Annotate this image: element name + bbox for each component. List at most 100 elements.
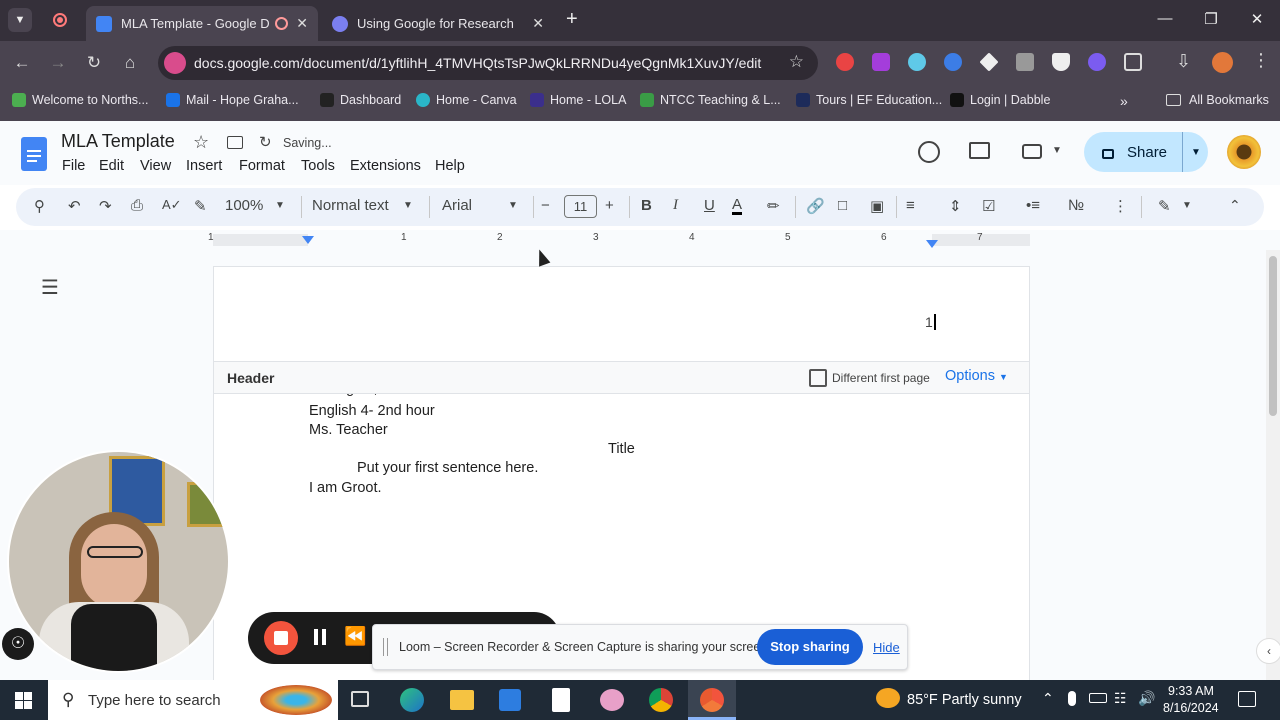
- italic-icon[interactable]: I: [673, 197, 678, 214]
- file-explorer-icon[interactable]: [450, 690, 474, 710]
- close-tab-icon[interactable]: ✕: [296, 15, 308, 32]
- extension-heart-icon[interactable]: [908, 53, 926, 71]
- extension-h-icon[interactable]: [1016, 53, 1034, 71]
- taskbar-search-box[interactable]: ⚲ Type here to search: [48, 680, 338, 720]
- weather-text[interactable]: 85°F Partly sunny: [907, 692, 1022, 708]
- chrome-active-icon[interactable]: [688, 680, 736, 720]
- font-size-input[interactable]: 11: [564, 195, 597, 218]
- paint-icon[interactable]: [600, 689, 624, 711]
- add-comment-icon[interactable]: □: [838, 197, 847, 214]
- decrease-font-size-icon[interactable]: −: [541, 197, 550, 214]
- hide-menus-icon[interactable]: ⌃: [1229, 197, 1241, 214]
- accessibility-icon[interactable]: ☉: [2, 628, 34, 660]
- star-icon[interactable]: ☆: [193, 132, 209, 153]
- more-bookmarks-icon[interactable]: »: [1120, 93, 1128, 109]
- chrome-menu-icon[interactable]: ⋮: [1252, 50, 1270, 71]
- paint-format-icon[interactable]: ✎: [194, 197, 207, 215]
- close-tab-icon[interactable]: ✕: [532, 15, 544, 32]
- spellcheck-icon[interactable]: A✓: [162, 197, 182, 213]
- move-folder-icon[interactable]: [227, 136, 243, 149]
- meet-dropdown-icon[interactable]: ▼: [1052, 145, 1062, 156]
- options-button[interactable]: Options ▼: [945, 368, 1008, 384]
- account-avatar[interactable]: [1227, 135, 1261, 169]
- paragraph-style-select[interactable]: Normal text: [312, 197, 389, 214]
- font-select[interactable]: Arial: [442, 197, 472, 214]
- google-docs-logo-icon[interactable]: [21, 137, 47, 171]
- comments-icon[interactable]: [969, 142, 990, 159]
- outline-icon[interactable]: ☰: [41, 275, 59, 300]
- all-bookmarks[interactable]: All Bookmarks: [1166, 93, 1269, 107]
- scrollbar-thumb[interactable]: [1269, 256, 1277, 416]
- bookmark-item[interactable]: Login | Dabble: [950, 93, 1050, 107]
- microphone-icon[interactable]: [1068, 691, 1076, 706]
- left-indent-marker-icon[interactable]: [302, 236, 314, 244]
- line-spacing-icon[interactable]: ⇕: [949, 197, 962, 215]
- document-app-icon[interactable]: [552, 688, 570, 712]
- insert-link-icon[interactable]: 🔗: [806, 197, 825, 215]
- edge-icon[interactable]: [400, 688, 424, 712]
- vertical-scrollbar[interactable]: [1266, 250, 1280, 680]
- hide-link[interactable]: Hide: [873, 640, 900, 655]
- extension-red-icon[interactable]: [836, 53, 854, 71]
- menu-view[interactable]: View: [140, 158, 171, 174]
- profile-avatar[interactable]: [1212, 52, 1233, 73]
- drag-handle-icon[interactable]: [383, 638, 388, 656]
- menu-insert[interactable]: Insert: [186, 158, 222, 174]
- print-icon[interactable]: ⎙: [131, 197, 143, 214]
- menu-help[interactable]: Help: [435, 158, 465, 174]
- extensions-puzzle-icon[interactable]: [1124, 53, 1142, 71]
- microsoft-store-icon[interactable]: [499, 689, 521, 711]
- notifications-icon[interactable]: [1238, 691, 1256, 707]
- share-dropdown-icon[interactable]: ▼: [1191, 147, 1201, 158]
- bold-icon[interactable]: B: [641, 197, 652, 214]
- stop-sharing-button[interactable]: Stop sharing: [757, 629, 863, 665]
- highlight-icon[interactable]: ✏: [767, 197, 780, 215]
- pause-icon[interactable]: [314, 629, 326, 645]
- underline-icon[interactable]: U: [704, 197, 715, 214]
- different-first-page-checkbox[interactable]: [809, 369, 827, 387]
- extension-purple-icon[interactable]: [872, 53, 890, 71]
- bookmark-item[interactable]: NTCC Teaching & L...: [640, 93, 781, 107]
- zoom-select[interactable]: 100%: [225, 197, 263, 214]
- new-tab-button[interactable]: +: [566, 8, 578, 31]
- menu-edit[interactable]: Edit: [99, 158, 124, 174]
- battery-icon[interactable]: [1089, 693, 1107, 703]
- address-bar[interactable]: docs.google.com/document/d/1yftlihH_4TMV…: [158, 46, 818, 80]
- chrome-icon[interactable]: [649, 688, 673, 712]
- extension-blue-icon[interactable]: [944, 53, 962, 71]
- font-dropdown-icon[interactable]: ▼: [508, 200, 518, 211]
- checklist-icon[interactable]: ☑: [982, 197, 995, 215]
- bulleted-list-icon[interactable]: •≡: [1026, 197, 1040, 214]
- menu-extensions[interactable]: Extensions: [350, 158, 421, 174]
- more-options-icon[interactable]: ⋮: [1113, 197, 1128, 215]
- network-icon[interactable]: ☷: [1114, 690, 1127, 707]
- menu-tools[interactable]: Tools: [301, 158, 335, 174]
- back-icon[interactable]: ←: [10, 53, 34, 73]
- site-camera-icon[interactable]: [164, 52, 186, 74]
- bookmark-item[interactable]: Dashboard: [320, 93, 401, 107]
- editing-mode-dropdown-icon[interactable]: ▼: [1182, 200, 1192, 211]
- stop-recording-button[interactable]: [264, 621, 298, 655]
- increase-font-size-icon[interactable]: +: [605, 197, 614, 214]
- side-panel-toggle-icon[interactable]: ‹: [1256, 638, 1280, 664]
- clock-time[interactable]: 9:33 AM: [1168, 684, 1214, 698]
- minimize-icon[interactable]: —: [1150, 10, 1180, 27]
- windows-start-icon[interactable]: [15, 692, 32, 709]
- restore-icon[interactable]: ❐: [1196, 10, 1226, 28]
- home-icon[interactable]: ⌂: [118, 53, 142, 73]
- bookmark-item[interactable]: Mail - Hope Graha...: [166, 93, 299, 107]
- right-indent-marker-icon[interactable]: [926, 240, 938, 248]
- close-window-icon[interactable]: ✕: [1242, 10, 1272, 28]
- extension-shield-icon[interactable]: [1052, 53, 1070, 71]
- tab-mla-template[interactable]: MLA Template - Google Do ✕: [86, 6, 318, 41]
- task-view-icon[interactable]: [351, 691, 369, 707]
- weather-icon[interactable]: [876, 688, 900, 708]
- zoom-dropdown-icon[interactable]: ▼: [275, 200, 285, 211]
- extension-diamond-icon[interactable]: [979, 52, 999, 72]
- download-icon[interactable]: ⇩: [1176, 51, 1191, 72]
- editing-mode-icon[interactable]: ✎: [1158, 197, 1171, 215]
- rewind-icon[interactable]: ⏪: [344, 626, 366, 647]
- extension-loom-icon[interactable]: [1088, 53, 1106, 71]
- bookmark-item[interactable]: Tours | EF Education...: [796, 93, 942, 107]
- reload-icon[interactable]: ↻: [82, 53, 106, 73]
